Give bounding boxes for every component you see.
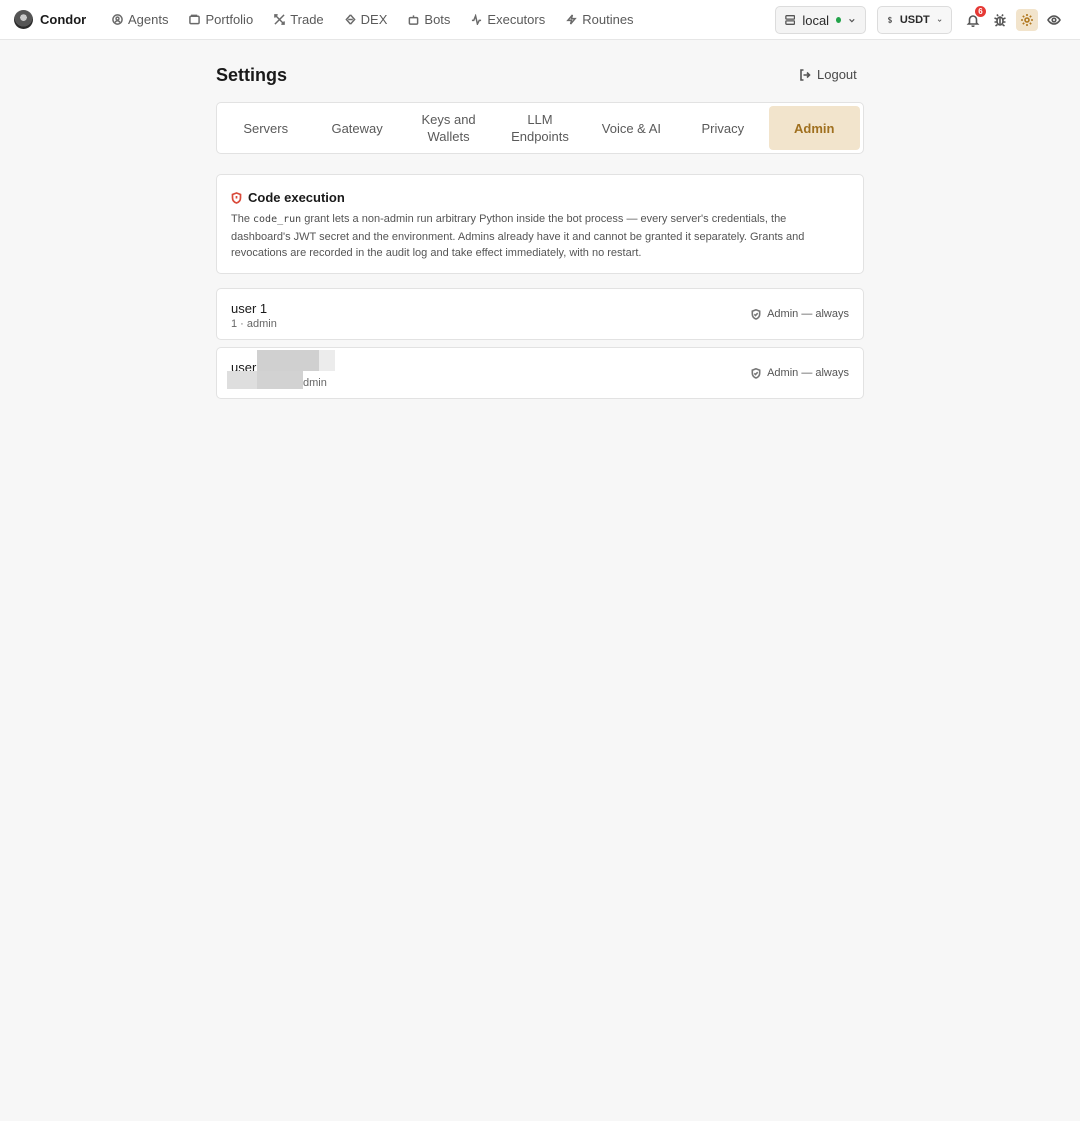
- main-nav: Agents Portfolio Trade DEX Bots Executor…: [112, 12, 634, 27]
- debug-button[interactable]: [989, 9, 1011, 31]
- description-text: grant lets a non-admin run arbitrary Pyt…: [231, 213, 805, 259]
- nav-label: DEX: [360, 12, 388, 27]
- code-run-token: code_run: [253, 214, 302, 225]
- nav-label: Bots: [424, 12, 451, 27]
- page-title: Settings: [216, 65, 288, 85]
- description-text: The: [231, 213, 254, 225]
- code-execution-description: The code_run grant lets a non-admin run …: [231, 211, 846, 262]
- trade-icon: [274, 14, 286, 25]
- routines-icon: [566, 14, 577, 25]
- chevron-down-icon: [937, 18, 942, 22]
- server-selector[interactable]: local: [775, 6, 866, 34]
- nav-label: Portfolio: [205, 12, 254, 27]
- shield-alert-icon: [231, 191, 242, 204]
- condor-logo-icon[interactable]: [14, 10, 33, 29]
- nav-item-portfolio[interactable]: Portfolio: [189, 12, 253, 27]
- portfolio-icon: [189, 14, 201, 25]
- tab-voice-ai[interactable]: Voice & AI: [586, 106, 677, 150]
- settings-tabs: Servers Gateway Keys and Wallets LLM End…: [216, 102, 864, 154]
- server-icon: [785, 15, 796, 25]
- user-status: Admin — always: [751, 367, 849, 379]
- bug-icon: [994, 14, 1006, 27]
- settings-button[interactable]: [1016, 9, 1038, 31]
- user-row: user dmin Admin — always: [216, 347, 864, 399]
- code-execution-header: Code execution: [231, 190, 849, 205]
- currency-selector[interactable]: USDT: [877, 6, 952, 34]
- user-meta: 1 · admin: [231, 318, 277, 330]
- redaction-block: [227, 371, 257, 389]
- dex-icon: [345, 14, 356, 25]
- gear-icon: [1021, 14, 1033, 26]
- tab-llm-endpoints[interactable]: LLM Endpoints: [494, 106, 585, 150]
- code-execution-card: Code execution The code_run grant lets a…: [216, 174, 864, 274]
- redaction-block: [257, 350, 319, 371]
- user-status-label: Admin — always: [767, 308, 849, 320]
- user-name: user 1: [231, 301, 268, 316]
- tab-keys-and-wallets[interactable]: Keys and Wallets: [403, 106, 494, 150]
- tab-servers[interactable]: Servers: [220, 106, 311, 150]
- nav-item-dex[interactable]: DEX: [345, 12, 388, 27]
- user-status-label: Admin — always: [767, 367, 849, 379]
- shield-check-icon: [751, 308, 761, 320]
- agents-icon: [112, 14, 123, 25]
- brand-name[interactable]: Condor: [40, 12, 86, 27]
- server-label: local: [802, 12, 830, 28]
- redaction-block: [319, 350, 335, 371]
- nav-label: Trade: [290, 12, 324, 27]
- nav-item-agents[interactable]: Agents: [112, 12, 168, 27]
- user-row: user 1 1 · admin Admin — always: [216, 288, 864, 340]
- logout-button[interactable]: Logout: [799, 67, 857, 82]
- dollar-icon: [887, 16, 892, 24]
- tab-gateway[interactable]: Gateway: [311, 106, 402, 150]
- top-navbar: Condor Agents Portfolio Trade DEX Bots E…: [0, 0, 1080, 40]
- nav-label: Routines: [582, 12, 634, 27]
- eye-icon: [1047, 15, 1061, 25]
- user-meta: dmin: [303, 377, 327, 389]
- logout-label: Logout: [817, 67, 857, 82]
- tab-privacy[interactable]: Privacy: [677, 106, 768, 150]
- logout-icon: [800, 68, 811, 81]
- nav-item-trade[interactable]: Trade: [274, 12, 324, 27]
- notification-badge: 6: [975, 6, 986, 17]
- nav-item-executors[interactable]: Executors: [471, 12, 545, 27]
- nav-item-routines[interactable]: Routines: [566, 12, 634, 27]
- user-status: Admin — always: [751, 308, 849, 320]
- server-status-dot: [836, 17, 842, 23]
- executors-icon: [472, 14, 482, 25]
- nav-label: Agents: [128, 12, 169, 27]
- nav-item-bots[interactable]: Bots: [408, 12, 450, 27]
- notifications-button[interactable]: 6: [962, 6, 986, 31]
- tab-admin[interactable]: Admin: [768, 106, 860, 150]
- chevron-down-icon: [849, 18, 855, 22]
- shield-check-icon: [751, 367, 761, 379]
- currency-label: USDT: [899, 14, 930, 26]
- bots-icon: [409, 15, 419, 25]
- redaction-block: [257, 371, 303, 389]
- nav-label: Executors: [487, 12, 546, 27]
- privacy-toggle-button[interactable]: [1043, 9, 1065, 31]
- code-execution-title: Code execution: [248, 190, 345, 205]
